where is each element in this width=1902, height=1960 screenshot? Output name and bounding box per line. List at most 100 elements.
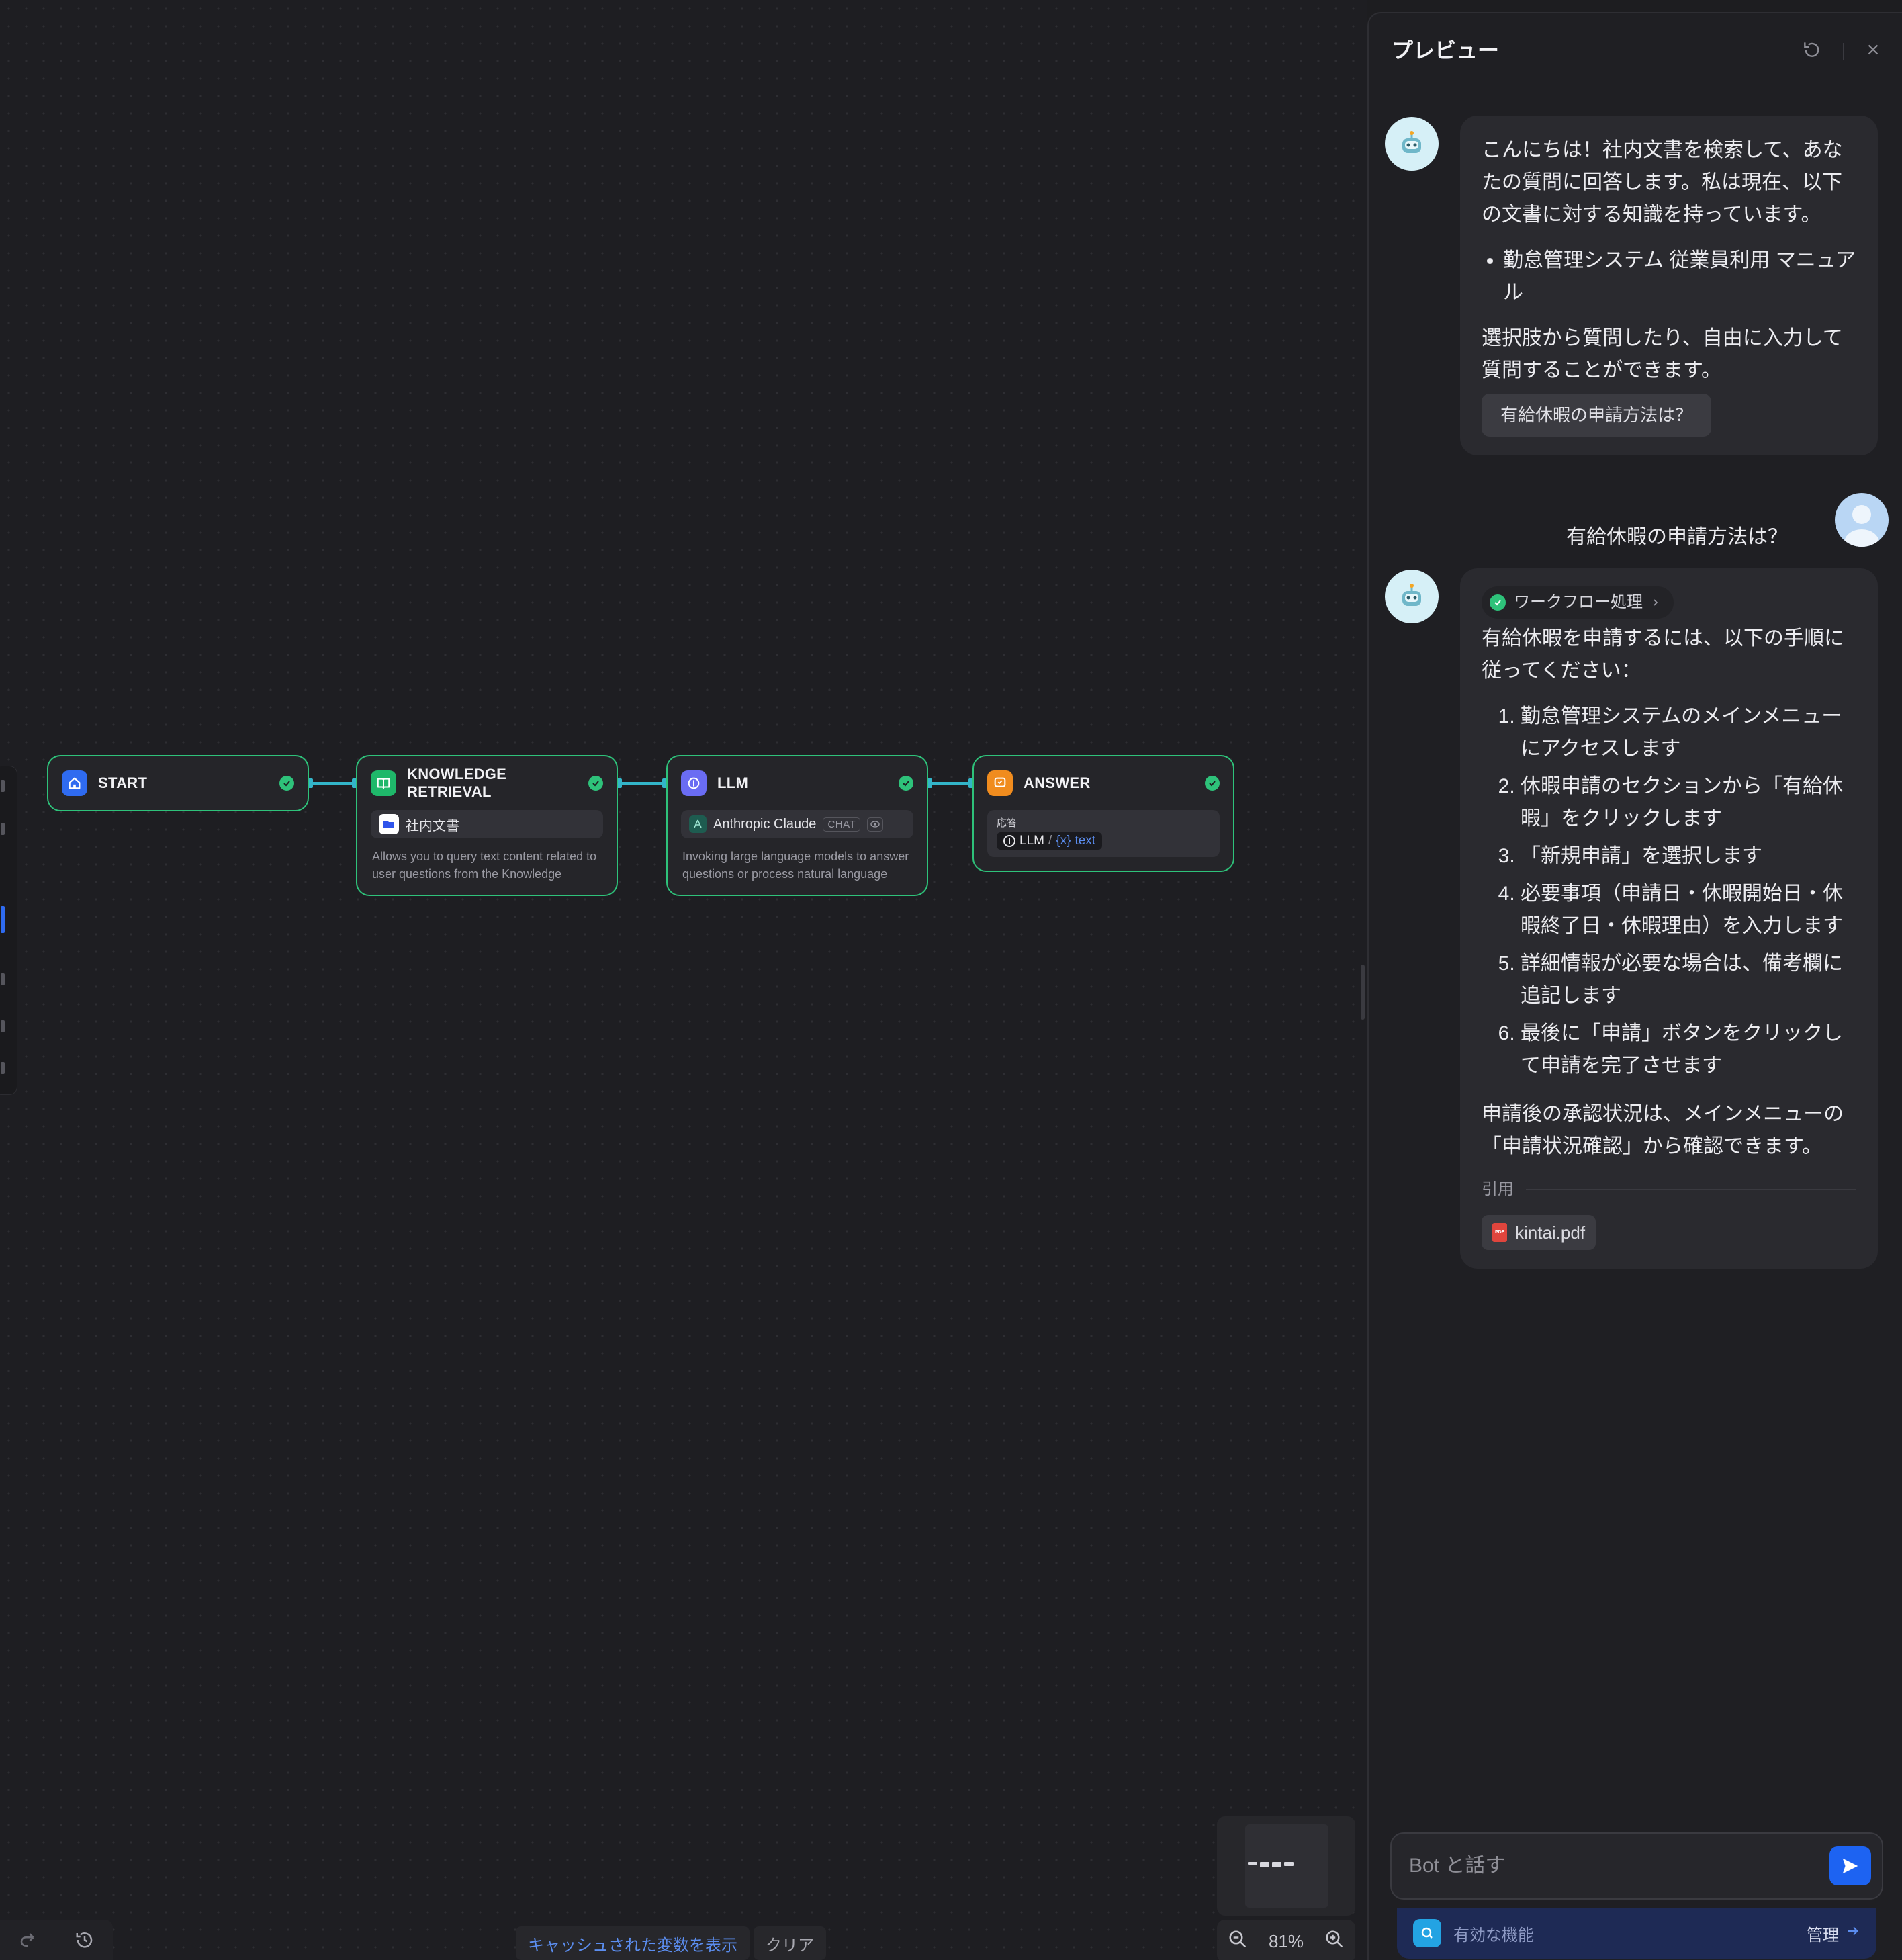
zoom-in-icon[interactable] [1324,1929,1345,1954]
zoom-out-icon[interactable] [1228,1929,1248,1954]
step-item: 必要事項（申請日・休暇開始日・休暇終了日・休暇理由）を入力します [1521,878,1856,942]
history-icon[interactable] [75,1930,95,1953]
home-icon [62,770,87,796]
answer-template[interactable]: 応答 LLM / {x} text [987,810,1220,857]
edge-knowledge-llm [617,778,668,788]
node-title: LLM [717,774,749,791]
step-item: 勤怠管理システムのメインメニューにアクセスします [1521,701,1856,765]
send-button[interactable] [1829,1846,1871,1885]
step-item: 「新規申請」を選択します [1521,840,1856,873]
node-title: KNOWLEDGE RETRIEVAL [407,766,507,800]
workflow-process-label: ワークフロー処理 [1514,593,1643,611]
variable-node: LLM [1020,834,1044,848]
citation-file[interactable]: PDF kintai.pdf [1482,1215,1596,1250]
node-llm[interactable]: LLM Anthropic Claude CHAT Invoking large… [666,755,928,896]
variable-icon: {x} [1056,834,1071,848]
edge-llm-answer [927,778,974,788]
folder-icon [379,814,399,834]
success-check-icon [899,776,913,791]
panel-title: プレビュー [1392,38,1500,62]
dataset-name: 社内文書 [406,818,459,834]
bot-avatar [1385,570,1439,623]
edge-start-knowledge [308,778,357,788]
node-title: ANSWER [1024,774,1091,791]
refresh-icon[interactable] [1801,39,1823,64]
message-outro: 選択肢から質問したり、自由に入力して質問することができます。 [1482,327,1843,382]
user-avatar [1835,493,1889,547]
message-intro: 有給休暇を申請するには、以下の手順に従ってください： [1482,627,1844,682]
success-check-icon [1490,594,1506,611]
divider [1843,42,1844,60]
step-item: 最後に「申請」ボタンをクリックして申請を完了させます [1521,1018,1856,1082]
knowledge-dataset[interactable]: 社内文書 [371,810,603,838]
answer-label: 応答 [997,817,1017,829]
clear-cache-button[interactable]: クリア [754,1926,826,1960]
message-outro: 申請後の承認状況は、メインメニューの「申請状況確認」から確認できます。 [1482,1103,1844,1157]
panel-resize-handle[interactable] [1361,965,1365,1020]
document-item: 勤怠管理システム 従業員利用 マニュアル [1503,244,1856,309]
manage-label: 管理 [1807,1926,1839,1945]
variable-name: text [1075,834,1096,848]
panel-actions [1801,39,1882,64]
step-item: 詳細情報が必要な場合は、備考欄に追記します [1521,948,1856,1012]
success-check-icon [1205,776,1220,791]
chat-input[interactable] [1409,1855,1829,1877]
preview-panel: プレビュー こんにちは！社内文書を検索して、あなたの質問に回答します。私は現在、… [1367,12,1902,1960]
history-controls [0,1920,113,1960]
workflow-canvas[interactable]: START KNOWLEDGE RETRIEVAL 社内文書 Allows yo… [0,0,1367,1960]
features-label: 有効な機能 [1453,1926,1534,1945]
features-bar: 有効な機能 管理 [1397,1908,1876,1959]
steps-list: 勤怠管理システムのメインメニューにアクセスします 休暇申請のセクションから「有給… [1482,701,1856,1082]
citation-header: 引用 [1482,1173,1856,1206]
left-toolbar [0,766,17,1095]
node-description: Invoking large language models to answer… [682,850,909,881]
chat-icon [987,770,1013,796]
variable-reference: LLM / {x} text [997,832,1103,850]
minimap[interactable] [1217,1816,1355,1916]
node-knowledge-retrieval[interactable]: KNOWLEDGE RETRIEVAL 社内文書 Allows you to q… [356,755,618,896]
toolbar-tool[interactable] [1,823,5,835]
toolbar-tool-active[interactable] [1,906,5,933]
node-start[interactable]: START [47,755,309,811]
model-name: Anthropic Claude [713,816,817,832]
close-icon[interactable] [1864,41,1882,62]
redo-icon[interactable] [18,1930,38,1953]
cache-controls: キャッシュされた変数を表示 クリア [516,1926,826,1960]
toolbar-tool[interactable] [1,1020,5,1032]
mode-badge: CHAT [823,817,861,832]
node-answer[interactable]: ANSWER 応答 LLM / {x} text [972,755,1234,872]
variable-separator: / [1048,834,1052,848]
document-list: 勤怠管理システム 従業員利用 マニュアル [1482,244,1856,309]
citation-label: 引用 [1482,1180,1514,1198]
node-title: START [98,774,148,791]
manage-features-link[interactable]: 管理 [1807,1922,1860,1945]
bot-message: ワークフロー処理 有給休暇を申請するには、以下の手順に従ってください： 勤怠管理… [1460,568,1878,1269]
divider [1526,1189,1856,1190]
model-selector[interactable]: Anthropic Claude CHAT [681,810,913,838]
suggested-question-button[interactable]: 有給休暇の申請方法は？ [1482,394,1712,437]
features-icon [1413,1919,1441,1947]
anthropic-icon [689,815,707,833]
zoom-level[interactable]: 81% [1269,1931,1304,1952]
bot-avatar [1385,117,1439,171]
toolbar-tool[interactable] [1,780,5,792]
chat-input-container [1390,1832,1883,1900]
workflow-process-toggle[interactable]: ワークフロー処理 [1482,586,1674,619]
book-icon [371,770,396,796]
toolbar-tool[interactable] [1,973,5,985]
llm-icon [681,770,707,796]
show-cached-variables-button[interactable]: キャッシュされた変数を表示 [516,1926,750,1960]
minimap-viewport[interactable] [1245,1824,1328,1908]
chevron-right-icon [1651,588,1660,617]
send-icon [1842,1858,1858,1874]
bot-message: こんにちは！社内文書を検索して、あなたの質問に回答します。私は現在、以下の文書に… [1460,116,1878,455]
arrow-right-icon [1846,1924,1860,1943]
message-intro: こんにちは！社内文書を検索して、あなたの質問に回答します。私は現在、以下の文書に… [1482,139,1843,226]
success-check-icon [279,776,294,791]
step-item: 休暇申請のセクションから「有給休暇」をクリックします [1521,770,1856,835]
citation-filename: kintai.pdf [1515,1222,1586,1243]
pdf-icon: PDF [1492,1223,1507,1242]
node-description: Allows you to query text content related… [372,850,597,881]
toolbar-tool[interactable] [1,1062,5,1074]
user-message: 有給休暇の申請方法は？ [1566,526,1788,548]
